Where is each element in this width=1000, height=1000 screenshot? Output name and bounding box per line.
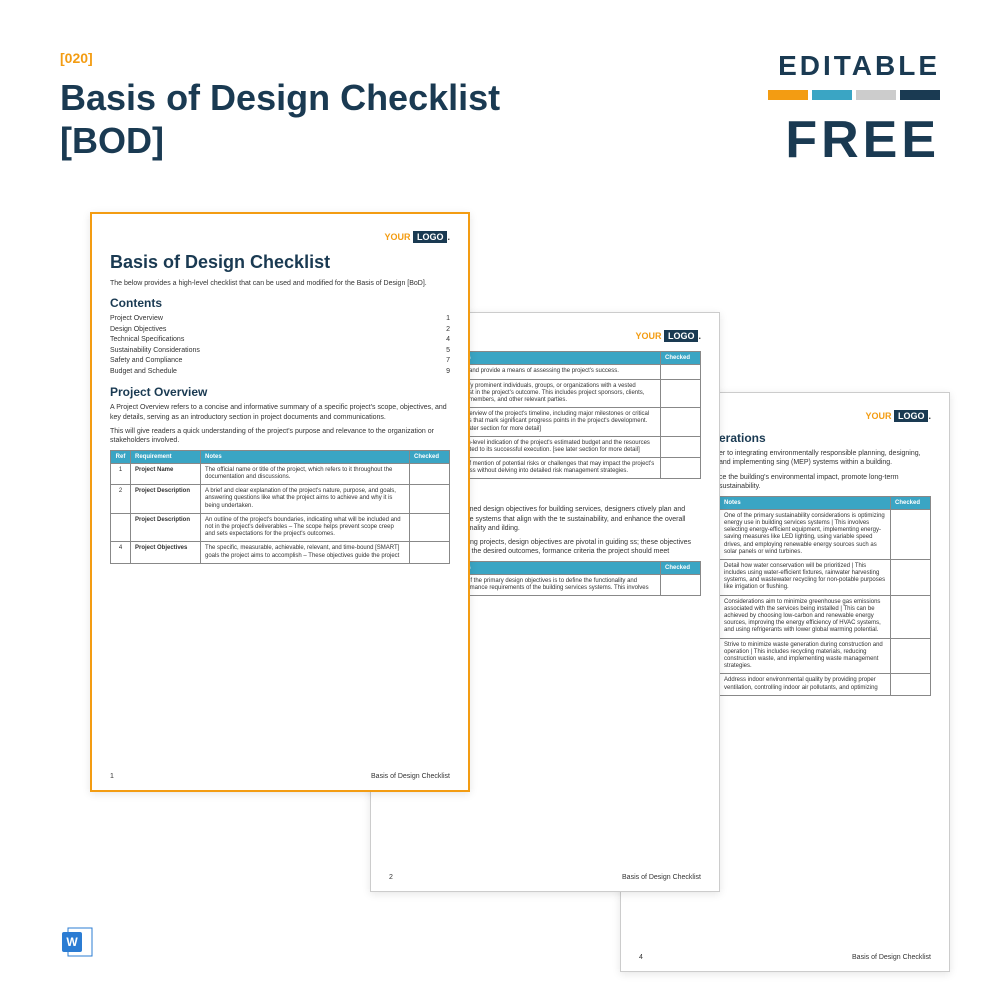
color-stripes: [768, 90, 940, 100]
checklist-table: NotesChecked team and provide a means of…: [449, 351, 701, 479]
svg-text:W: W: [66, 935, 78, 949]
doc-title: Basis of Design Checklist: [110, 252, 450, 273]
section-heading: es: [449, 487, 701, 501]
logo: YOUR LOGO.: [110, 232, 450, 242]
page-preview-1: YOUR LOGO. Basis of Design Checklist The…: [90, 212, 470, 792]
contents-heading: Contents: [110, 296, 450, 310]
section-text: ell-defined design objectives for buildi…: [449, 505, 701, 532]
section-text: This will give readers a quick understan…: [110, 427, 450, 445]
word-icon: W: [60, 924, 96, 960]
checklist-table: NotesChecked One of the primary design o…: [449, 561, 701, 596]
section-heading: Project Overview: [110, 385, 450, 399]
intro-text: The below provides a high-level checklis…: [110, 279, 450, 288]
free-badge: FREE: [768, 110, 940, 170]
checklist-table: NotesChecked One of the primary sustaina…: [719, 496, 931, 696]
section-text: ce the building's environmental impact, …: [719, 473, 931, 491]
editable-badge: EDITABLE: [768, 50, 940, 82]
section-text: er to integrating environmentally respon…: [719, 449, 931, 467]
section-heading: erations: [719, 431, 931, 445]
checklist-table: Ref Requirement Notes Checked 1Project N…: [110, 450, 450, 564]
section-text: gineering projects, design objectives ar…: [449, 538, 701, 556]
toc: Project Overview1Design Objectives2Techn…: [110, 314, 450, 377]
section-text: A Project Overview refers to a concise a…: [110, 403, 450, 421]
badges: EDITABLE FREE: [768, 50, 940, 170]
